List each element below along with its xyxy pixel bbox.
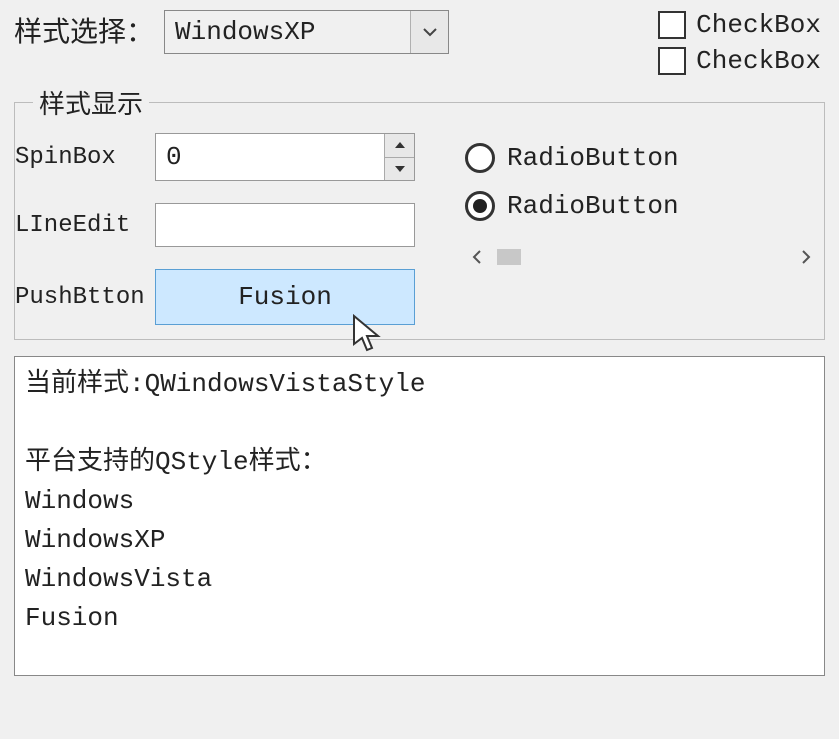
scroll-right-icon[interactable] bbox=[794, 245, 818, 269]
radio-1[interactable]: RadioButton bbox=[465, 143, 818, 173]
checkbox-2-label: CheckBox bbox=[696, 46, 821, 76]
lineedit-label: LIneEdit bbox=[15, 212, 155, 239]
checkbox-box-icon bbox=[658, 11, 686, 39]
spinbox-up-button[interactable] bbox=[385, 134, 414, 158]
spinbox-label: SpinBox bbox=[15, 144, 155, 171]
dropdown-arrow-icon[interactable] bbox=[410, 11, 448, 53]
output-textarea[interactable]: 当前样式:QWindowsVistaStyle 平台支持的QStyle样式： W… bbox=[14, 356, 825, 676]
radio-circle-checked-icon bbox=[465, 191, 495, 221]
checkbox-1[interactable]: CheckBox bbox=[658, 10, 821, 40]
scroll-track[interactable] bbox=[497, 247, 786, 267]
radio-2[interactable]: RadioButton bbox=[465, 191, 818, 221]
spinbox-value: 0 bbox=[156, 134, 384, 180]
line-edit-input[interactable] bbox=[155, 203, 415, 247]
scroll-thumb[interactable] bbox=[497, 249, 521, 265]
radio-1-label: RadioButton bbox=[507, 143, 679, 173]
radio-circle-icon bbox=[465, 143, 495, 173]
style-combobox-value: WindowsXP bbox=[165, 17, 410, 47]
style-display-group: 样式显示 SpinBox 0 LIneEdit PushBtton Fusion bbox=[14, 84, 825, 340]
pushbutton-text: Fusion bbox=[238, 282, 332, 312]
pushbutton-label: PushBtton bbox=[15, 284, 155, 311]
horizontal-scrollbar[interactable] bbox=[465, 245, 818, 269]
fusion-button[interactable]: Fusion bbox=[155, 269, 415, 325]
spinbox-down-button[interactable] bbox=[385, 158, 414, 181]
radio-2-label: RadioButton bbox=[507, 191, 679, 221]
checkbox-2[interactable]: CheckBox bbox=[658, 46, 821, 76]
spinbox[interactable]: 0 bbox=[155, 133, 415, 181]
scroll-left-icon[interactable] bbox=[465, 245, 489, 269]
checkbox-1-label: CheckBox bbox=[696, 10, 821, 40]
group-title: 样式显示 bbox=[33, 84, 149, 121]
style-combobox[interactable]: WindowsXP bbox=[164, 10, 449, 54]
checkbox-box-icon bbox=[658, 47, 686, 75]
style-select-label: 样式选择： bbox=[14, 10, 154, 50]
